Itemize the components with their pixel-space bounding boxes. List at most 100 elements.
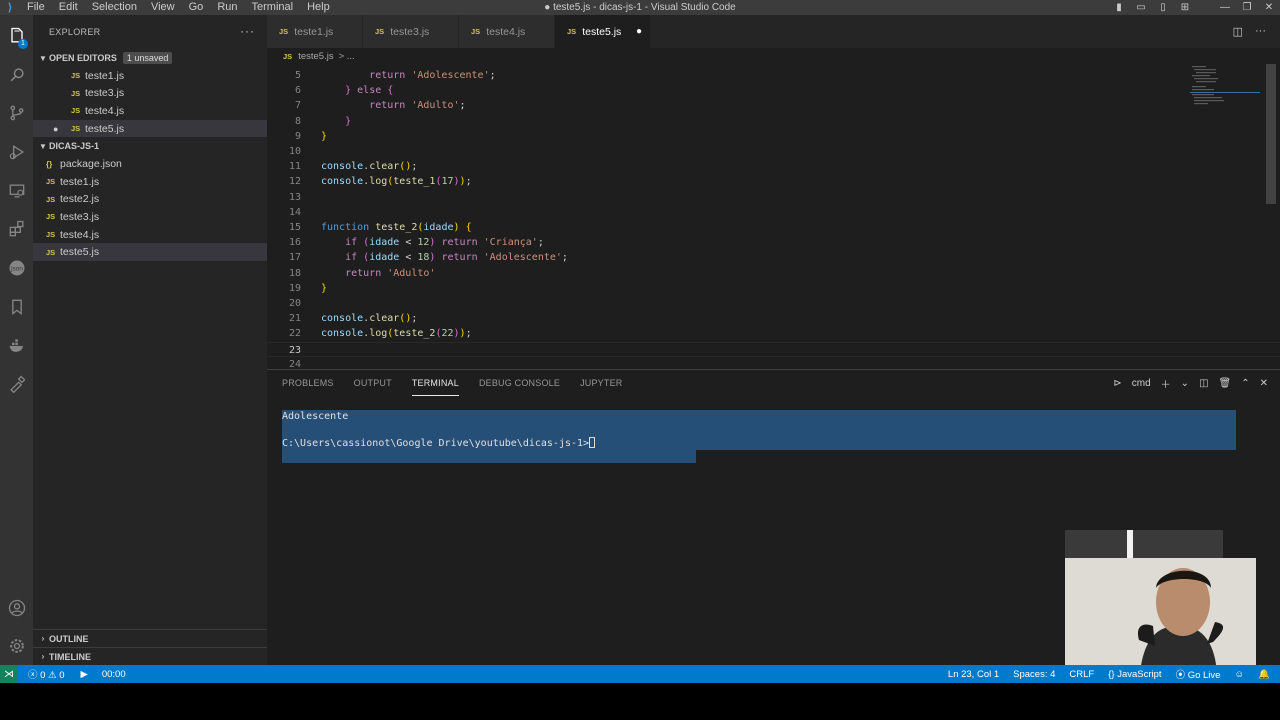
code-editor[interactable]: 5 return 'Adolescente'; 6 } else { 7 ret… bbox=[267, 64, 1280, 369]
extensions-icon[interactable] bbox=[0, 212, 33, 245]
minimap[interactable] bbox=[1190, 64, 1260, 124]
tab-teste5[interactable]: JS teste5.js ● bbox=[555, 15, 651, 48]
open-editor-item[interactable]: JS teste1.js bbox=[33, 67, 267, 85]
tab-jupyter[interactable]: JUPYTER bbox=[580, 370, 622, 396]
folder-section[interactable]: ▼ DICAS-JS-1 bbox=[33, 137, 267, 155]
run-debug-icon[interactable] bbox=[0, 135, 33, 168]
menu-selection[interactable]: Selection bbox=[85, 0, 144, 15]
kill-terminal-icon[interactable]: 🗑 bbox=[1219, 378, 1232, 389]
tab-terminal[interactable]: TERMINAL bbox=[411, 370, 459, 396]
js-file-icon: JS bbox=[46, 177, 56, 187]
code-line: 18 return 'Adulto' bbox=[288, 268, 436, 279]
unsaved-dot-icon[interactable]: ● bbox=[53, 124, 58, 134]
terminal-prompt[interactable]: C:\Users\cassionot\Google Drive\youtube\… bbox=[282, 437, 596, 449]
file-item[interactable]: JS teste5.js bbox=[33, 243, 267, 261]
file-item[interactable]: JS teste3.js bbox=[33, 208, 267, 226]
restore-button[interactable]: ❐ bbox=[1236, 0, 1258, 15]
timeline-section[interactable]: › TIMELINE bbox=[33, 647, 267, 665]
json-icon[interactable]: Json bbox=[0, 251, 33, 284]
line-ending[interactable]: CRLF bbox=[1069, 669, 1094, 680]
tab-label: teste5.js bbox=[582, 25, 622, 38]
editor-scrollbar[interactable] bbox=[1266, 64, 1276, 204]
more-actions-icon[interactable]: ··· bbox=[1255, 25, 1266, 38]
tab-output[interactable]: OUTPUT bbox=[354, 370, 392, 396]
shell-name[interactable]: cmd bbox=[1132, 378, 1151, 389]
outline-label: OUTLINE bbox=[49, 633, 89, 644]
code-line: 14 bbox=[288, 207, 301, 218]
file-item[interactable]: {} package.json bbox=[33, 155, 267, 173]
bookmarks-icon[interactable] bbox=[0, 290, 33, 323]
menu-help[interactable]: Help bbox=[300, 0, 337, 15]
panel-actions: ⊳ cmd ＋ ⌄ ◫ 🗑 ⌃ ✕ bbox=[1113, 376, 1268, 391]
file-item[interactable]: JS teste1.js bbox=[33, 173, 267, 191]
open-editors-section[interactable]: ▼ OPEN EDITORS 1 unsaved bbox=[33, 49, 267, 67]
warnings-count: 0 bbox=[59, 670, 65, 681]
activity-bar: 1 Json bbox=[0, 15, 33, 665]
toggle-secondary-sidebar-icon[interactable]: ▯ bbox=[1152, 0, 1174, 15]
tab-problems[interactable]: PROBLEMS bbox=[282, 370, 334, 396]
maximize-panel-icon[interactable]: ⌃ bbox=[1241, 378, 1249, 389]
split-editor-icon[interactable]: ◫ bbox=[1233, 25, 1243, 38]
menu-view[interactable]: View bbox=[144, 0, 182, 15]
tab-label: teste1.js bbox=[294, 25, 334, 38]
toggle-panel-icon[interactable]: ▭ bbox=[1130, 0, 1152, 15]
open-editor-item[interactable]: JS teste3.js bbox=[33, 85, 267, 103]
svg-text:Json: Json bbox=[9, 266, 22, 272]
tab-teste1[interactable]: JS teste1.js bbox=[267, 15, 363, 48]
language-mode[interactable]: {} JavaScript bbox=[1108, 669, 1161, 680]
chevron-down-icon[interactable]: ⌄ bbox=[1181, 378, 1189, 389]
menu-edit[interactable]: Edit bbox=[52, 0, 85, 15]
close-panel-icon[interactable]: ✕ bbox=[1260, 378, 1268, 389]
open-editor-item[interactable]: JS teste4.js bbox=[33, 102, 267, 120]
js-file-icon: JS bbox=[46, 212, 56, 222]
split-terminal-icon[interactable]: ◫ bbox=[1199, 378, 1208, 389]
file-item[interactable]: JS teste4.js bbox=[33, 226, 267, 244]
minimize-button[interactable]: — bbox=[1214, 0, 1236, 15]
go-live-button[interactable]: ⦿ Go Live bbox=[1176, 667, 1221, 681]
outline-section[interactable]: › OUTLINE bbox=[33, 629, 267, 647]
cursor-position[interactable]: Ln 23, Col 1 bbox=[948, 669, 999, 680]
file-label: teste3.js bbox=[60, 210, 100, 223]
close-window-button[interactable]: ✕ bbox=[1258, 0, 1280, 15]
menu-file[interactable]: File bbox=[20, 0, 52, 15]
open-editor-item[interactable]: ● JS teste5.js bbox=[33, 119, 267, 138]
breadcrumb-file[interactable]: teste5.js bbox=[298, 51, 333, 62]
testing-icon[interactable] bbox=[0, 367, 33, 400]
source-control-icon[interactable] bbox=[0, 96, 33, 129]
terminal-icon: ⊳ bbox=[1113, 378, 1122, 389]
play-icon[interactable]: ▶ bbox=[81, 669, 88, 680]
search-icon[interactable] bbox=[0, 58, 33, 91]
menu-terminal[interactable]: Terminal bbox=[245, 0, 301, 15]
docker-icon[interactable] bbox=[0, 329, 33, 362]
tab-debug-console[interactable]: DEBUG CONSOLE bbox=[479, 370, 560, 396]
settings-gear-icon[interactable] bbox=[0, 629, 33, 662]
file-label: teste1.js bbox=[60, 175, 100, 188]
new-terminal-icon[interactable]: ＋ bbox=[1161, 376, 1171, 391]
js-file-icon: JS bbox=[71, 124, 81, 134]
remote-explorer-icon[interactable] bbox=[0, 174, 33, 207]
menu-go[interactable]: Go bbox=[182, 0, 211, 15]
editor-tabs: JS teste1.js JS teste3.js JS teste4.js J… bbox=[267, 15, 1280, 48]
code-line: 15 function teste_2(idade) { bbox=[288, 222, 472, 233]
breadcrumb-rest[interactable]: > ... bbox=[339, 51, 355, 62]
file-item[interactable]: JS teste2.js bbox=[33, 191, 267, 209]
toggle-sidebar-icon[interactable]: ▮ bbox=[1108, 0, 1130, 15]
explorer-icon[interactable]: 1 bbox=[0, 19, 33, 52]
tab-teste3[interactable]: JS teste3.js bbox=[363, 15, 459, 48]
indentation[interactable]: Spaces: 4 bbox=[1013, 669, 1055, 680]
remote-indicator-icon[interactable]: ⋊ bbox=[0, 665, 18, 683]
code-line: 21 console.clear(); bbox=[288, 313, 418, 324]
feedback-icon[interactable]: ☺ bbox=[1234, 669, 1244, 680]
js-file-icon: JS bbox=[567, 27, 577, 36]
notifications-icon[interactable]: 🔔 bbox=[1258, 669, 1270, 680]
unsaved-dot-icon[interactable]: ● bbox=[636, 26, 642, 37]
js-file-icon: JS bbox=[46, 247, 56, 257]
customize-layout-icon[interactable]: ⊞ bbox=[1174, 0, 1196, 15]
account-icon[interactable] bbox=[0, 591, 33, 624]
more-actions-icon[interactable]: ··· bbox=[240, 24, 255, 38]
open-editor-label: teste1.js bbox=[85, 69, 125, 82]
menu-run[interactable]: Run bbox=[210, 0, 244, 15]
editor-actions: ◫ ··· bbox=[1233, 25, 1266, 38]
errors-indicator[interactable]: ⓧ 0 ⚠ 0 bbox=[28, 667, 65, 681]
tab-teste4[interactable]: JS teste4.js bbox=[459, 15, 555, 48]
